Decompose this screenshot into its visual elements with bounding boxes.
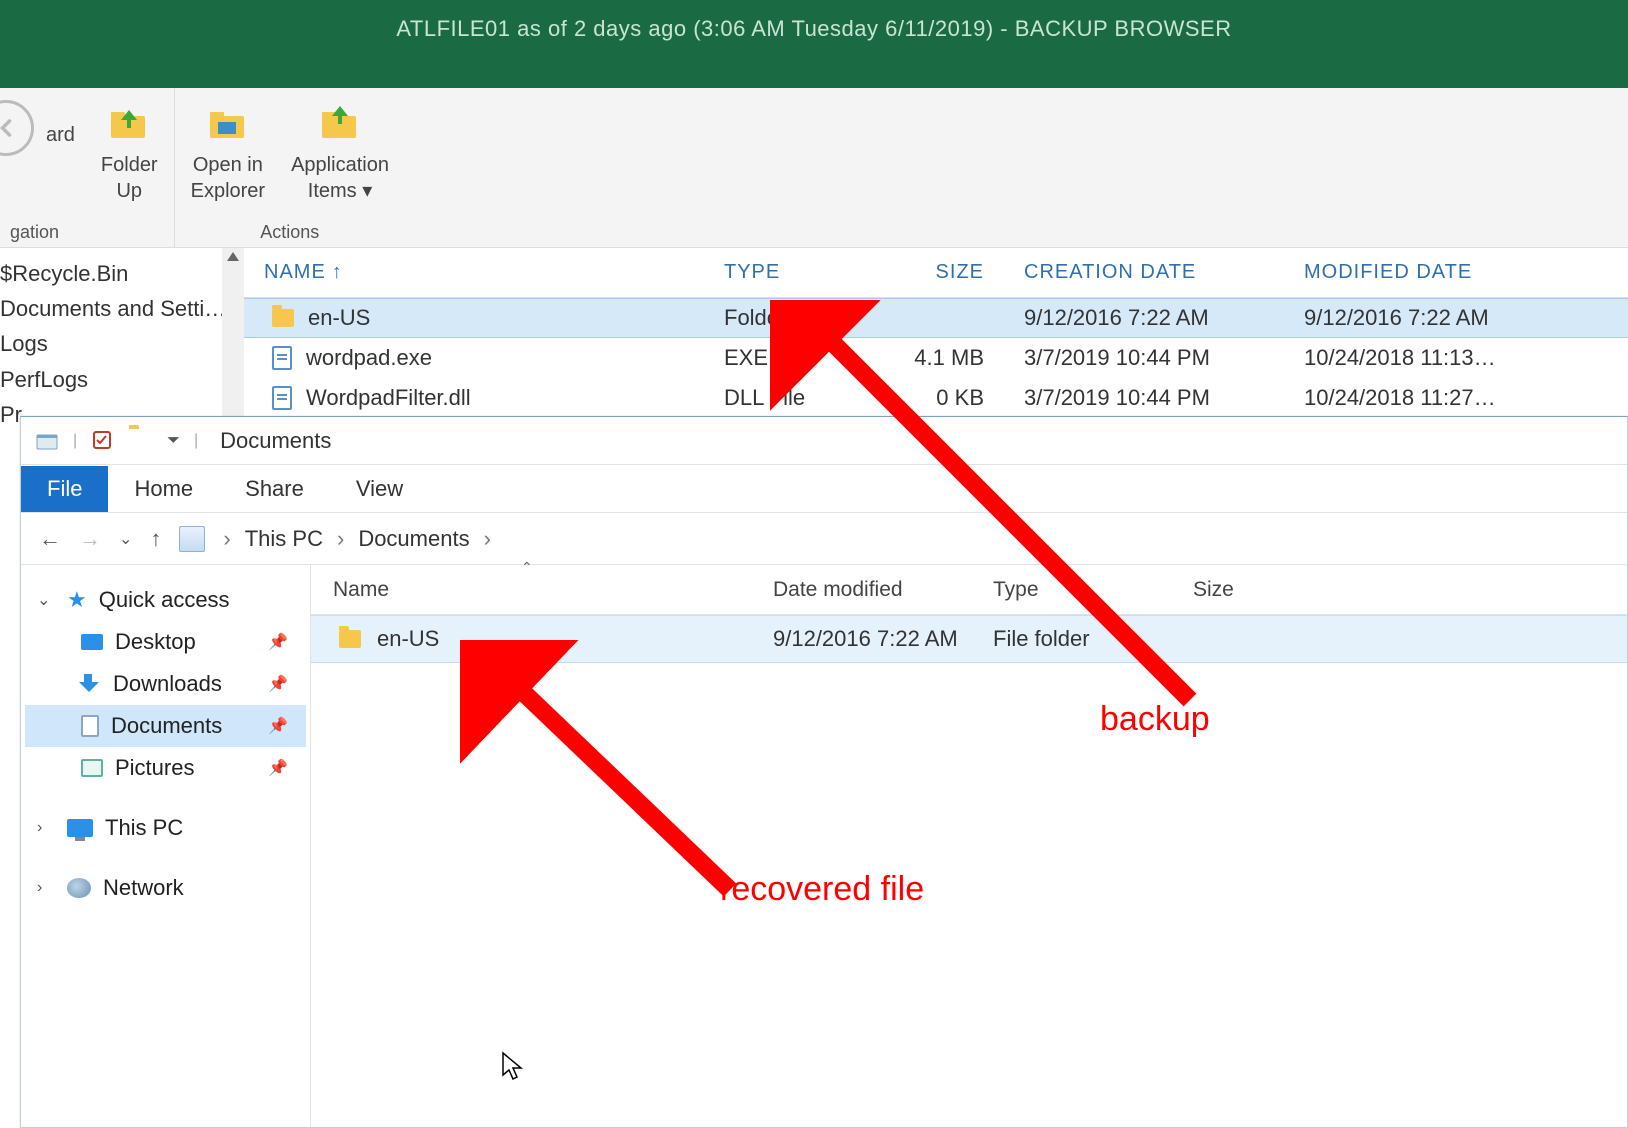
network-icon	[67, 878, 91, 898]
nav-recent-dropdown[interactable]: ⌄	[119, 529, 132, 549]
grid-row[interactable]: WordpadFilter.dll DLL File 0 KB 3/7/2019…	[244, 378, 1628, 418]
col-name[interactable]: Name	[311, 578, 751, 602]
col-date-modified[interactable]: Date modified	[751, 578, 971, 602]
nav-partial-button[interactable]: ard	[40, 118, 81, 218]
explorer-file-list: ⌃ Name Date modified Type Size en-US 9/1…	[311, 565, 1627, 1127]
col-modified[interactable]: MODIFIED DATE	[1284, 261, 1564, 284]
nav-back-button[interactable]: ←	[39, 526, 61, 552]
explorer-list-header: Name Date modified Type Size	[311, 565, 1627, 615]
application-items-button[interactable]: Application Items ▾	[285, 96, 395, 218]
pin-icon: 📌	[268, 716, 288, 736]
file-icon	[272, 386, 292, 410]
qat-properties-icon[interactable]	[91, 429, 115, 453]
col-size[interactable]: SIZE	[884, 261, 1004, 284]
explorer-list-row[interactable]: en-US 9/12/2016 7:22 AM File folder	[311, 615, 1627, 663]
pin-icon: 📌	[268, 632, 288, 652]
tree-scrollbar[interactable]	[222, 248, 244, 416]
nav-network[interactable]: ›Network	[25, 867, 306, 909]
chevron-right-icon: ›	[37, 879, 55, 897]
chevron-right-icon: ›	[37, 819, 55, 837]
ribbon-group-navigation: gation	[10, 218, 59, 243]
tree-item[interactable]: Logs	[0, 326, 238, 361]
nav-documents[interactable]: Documents📌	[25, 705, 306, 747]
sort-indicator-icon: ⌃	[521, 559, 533, 576]
col-name[interactable]: NAME↑	[244, 261, 704, 284]
file-explorer-window: | ⏷ | Documents File Home Share View ← →…	[20, 416, 1628, 1128]
qat-divider: |	[194, 432, 198, 450]
folder-tree[interactable]: $Recycle.Bin Documents and Settings Logs…	[0, 248, 244, 416]
nav-pictures[interactable]: Pictures📌	[25, 747, 306, 789]
breadcrumb-documents[interactable]: Documents	[358, 526, 469, 552]
window-title: ATLFILE01 as of 2 days ago (3:06 AM Tues…	[396, 16, 1231, 42]
ribbon: ard Folder Up gation Open in Explorer	[0, 88, 1628, 248]
col-type[interactable]: TYPE	[704, 261, 884, 284]
explorer-address-bar: ← → ⌄ ↑ › This PC › Documents ›	[21, 513, 1627, 565]
tab-file[interactable]: File	[21, 466, 108, 512]
annotation-recovered-label: recovered file	[720, 870, 924, 909]
tab-view[interactable]: View	[330, 466, 429, 512]
breadcrumb[interactable]: › This PC › Documents ›	[223, 526, 491, 552]
qat-folder-icon[interactable]	[129, 429, 153, 453]
pictures-icon	[81, 759, 103, 777]
desktop-icon	[81, 634, 103, 650]
tree-item[interactable]: Documents and Settings	[0, 291, 238, 326]
explorer-tabs: File Home Share View	[21, 465, 1627, 513]
documents-icon	[81, 715, 99, 737]
qat-divider: |	[73, 432, 77, 450]
annotation-backup-label: backup	[1100, 700, 1210, 739]
nav-forward-button[interactable]: →	[79, 526, 101, 552]
tab-home[interactable]: Home	[108, 466, 219, 512]
chevron-right-icon: ›	[223, 526, 230, 552]
chevron-right-icon: ›	[337, 526, 344, 552]
tree-item[interactable]: PerfLogs	[0, 362, 238, 397]
backup-browser-titlebar: ATLFILE01 as of 2 days ago (3:06 AM Tues…	[0, 0, 1628, 88]
qat-dropdown-icon[interactable]: ⏷	[167, 432, 180, 450]
grid-row[interactable]: wordpad.exe EXE File 4.1 MB 3/7/2019 10:…	[244, 338, 1628, 378]
sort-asc-icon: ↑	[332, 261, 343, 283]
folder-up-icon	[105, 100, 153, 148]
nav-quick-access[interactable]: ⌄★Quick access	[25, 579, 306, 621]
file-grid: NAME↑ TYPE SIZE CREATION DATE MODIFIED D…	[244, 248, 1628, 416]
explorer-app-icon	[35, 429, 59, 453]
open-in-explorer-button[interactable]: Open in Explorer	[185, 96, 271, 218]
pin-icon: 📌	[268, 674, 288, 694]
col-size[interactable]: Size	[1171, 578, 1331, 602]
chevron-down-icon: ⌄	[37, 590, 55, 610]
grid-row[interactable]: en-US Folder 9/12/2016 7:22 AM 9/12/2016…	[244, 298, 1628, 338]
folder-icon	[339, 630, 361, 648]
file-icon	[272, 346, 292, 370]
nav-downloads[interactable]: Downloads📌	[25, 663, 306, 705]
nav-this-pc[interactable]: ›This PC	[25, 807, 306, 849]
pin-icon: 📌	[268, 758, 288, 778]
chevron-right-icon: ›	[484, 526, 491, 552]
col-type[interactable]: Type	[971, 578, 1171, 602]
folder-up-button[interactable]: Folder Up	[95, 96, 164, 218]
app-items-icon	[316, 100, 364, 148]
ribbon-group-actions: Actions	[260, 218, 319, 243]
downloads-icon	[81, 674, 101, 694]
open-explorer-icon	[204, 100, 252, 148]
nav-up-button[interactable]: ↑	[150, 526, 161, 552]
grid-header-row: NAME↑ TYPE SIZE CREATION DATE MODIFIED D…	[244, 248, 1628, 298]
breadcrumb-thispc[interactable]: This PC	[245, 526, 323, 552]
pc-icon	[67, 819, 93, 837]
explorer-title: Documents	[220, 428, 331, 454]
star-icon: ★	[67, 587, 87, 613]
nav-desktop[interactable]: Desktop📌	[25, 621, 306, 663]
col-creation[interactable]: CREATION DATE	[1004, 261, 1284, 284]
explorer-nav-pane: ⌄★Quick access Desktop📌 Downloads📌 Docum…	[21, 565, 311, 1127]
address-location-icon	[179, 526, 205, 552]
folder-icon	[272, 309, 294, 327]
explorer-titlebar[interactable]: | ⏷ | Documents	[21, 417, 1627, 465]
tab-share[interactable]: Share	[219, 466, 330, 512]
tree-item[interactable]: $Recycle.Bin	[0, 256, 238, 291]
